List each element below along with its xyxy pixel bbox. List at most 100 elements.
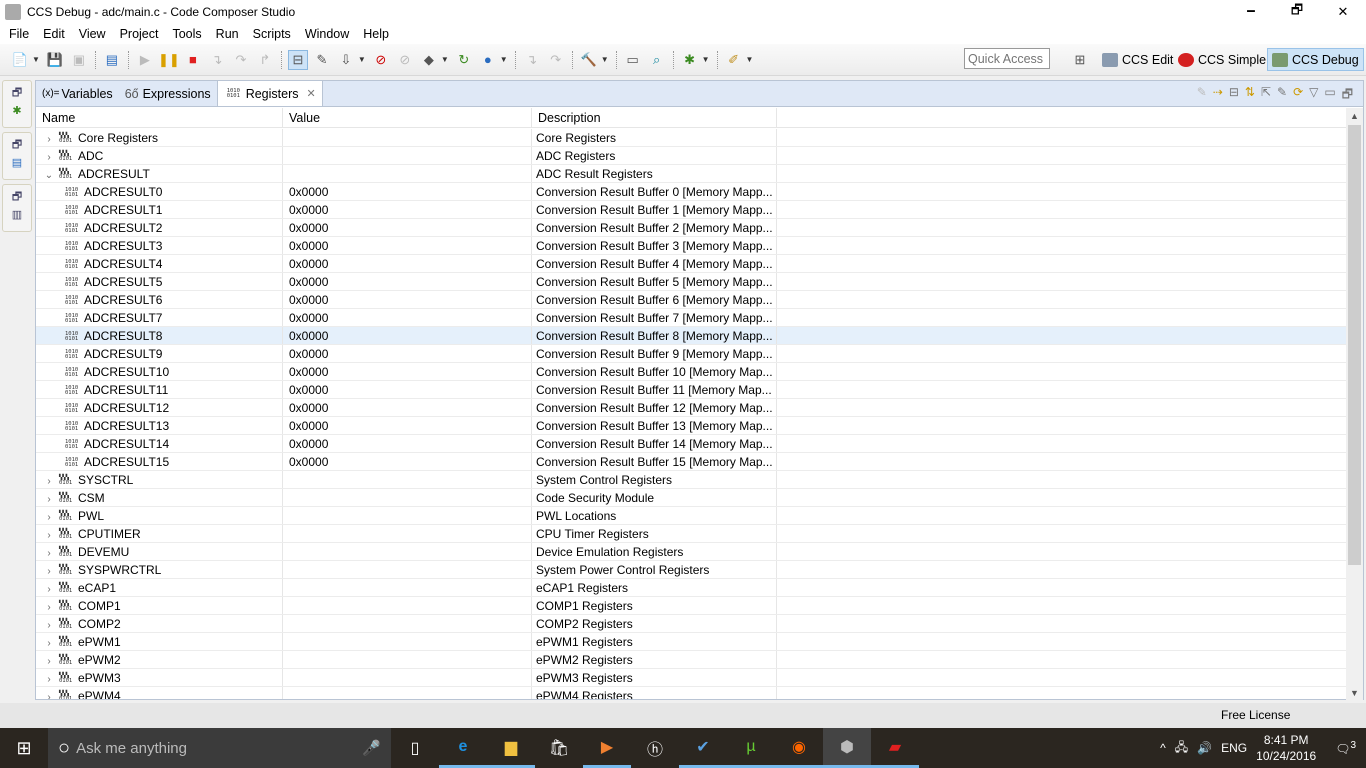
hp-icon[interactable]: ⓗ — [631, 728, 679, 768]
menu-run[interactable]: Run — [209, 27, 246, 41]
save-icon[interactable]: 💾 — [45, 50, 65, 70]
table-row[interactable]: › ▚▚▚ 0101 Core Registers Core Registers — [36, 129, 1346, 147]
register-value[interactable] — [283, 147, 532, 164]
register-value[interactable] — [283, 525, 532, 542]
dropdown-arrow-icon[interactable]: ▼ — [746, 55, 754, 64]
register-value[interactable]: 0x0000 — [283, 399, 532, 416]
edge-icon[interactable]: e — [439, 728, 487, 768]
dropdown-arrow-icon[interactable]: ▼ — [358, 55, 366, 64]
search-icon[interactable]: ⌕ — [647, 50, 667, 70]
perspective-ccs-edit[interactable]: CCS Edit — [1098, 48, 1177, 71]
register-value[interactable] — [283, 561, 532, 578]
windows-start-icon[interactable]: ⊞ — [0, 738, 48, 759]
chevron-right-icon[interactable]: › — [42, 638, 56, 649]
save-all-icon[interactable]: ▣ — [69, 50, 89, 70]
register-value[interactable]: 0x0000 — [283, 255, 532, 272]
table-row[interactable]: 1010 0101 ADCRESULT6 0x0000 Conversion Resul… — [36, 291, 1346, 309]
clock[interactable]: 8:41 PM 10/24/2016 — [1256, 732, 1316, 764]
table-row[interactable]: 1010 0101 ADCRESULT14 0x0000 Conversion Resu… — [36, 435, 1346, 453]
chevron-right-icon[interactable]: › — [42, 674, 56, 685]
register-value[interactable]: 0x0000 — [283, 219, 532, 236]
chevron-right-icon[interactable]: › — [42, 566, 56, 577]
step-return-icon[interactable]: ↱ — [255, 50, 275, 70]
dropdown-arrow-icon[interactable]: ▼ — [32, 55, 40, 64]
close-tab-icon[interactable]: ✕ — [306, 87, 315, 100]
register-value[interactable] — [283, 579, 532, 596]
table-row[interactable]: › ▚▚▚ 0101 COMP2 COMP2 Registers — [36, 615, 1346, 633]
register-value[interactable] — [283, 129, 532, 146]
table-row[interactable]: › ▚▚▚ 0101 ePWM1 ePWM1 Registers — [36, 633, 1346, 651]
table-row[interactable]: 1010 0101 ADCRESULT7 0x0000 Conversion Resul… — [36, 309, 1346, 327]
acrobat-icon[interactable]: ▰ — [871, 728, 919, 768]
chevron-right-icon[interactable]: › — [42, 512, 56, 523]
register-value[interactable] — [283, 471, 532, 488]
dropdown-arrow-icon[interactable]: ▼ — [702, 55, 710, 64]
new-group-icon[interactable]: ✎ — [1197, 85, 1207, 106]
register-value[interactable]: 0x0000 — [283, 435, 532, 452]
terminate-icon[interactable]: ■ — [183, 50, 203, 70]
build-hammer-icon[interactable]: 🔨 — [579, 50, 599, 70]
register-value[interactable]: 0x0000 — [283, 201, 532, 218]
skip-breakpoints-icon[interactable]: ⊘ — [395, 50, 415, 70]
menu-view[interactable]: View — [72, 27, 113, 41]
scroll-down-icon[interactable]: ▼ — [1346, 688, 1363, 698]
load-program-icon[interactable]: ⇩ — [336, 50, 356, 70]
table-row[interactable]: 1010 0101 ADCRESULT10 0x0000 Conversion Resu… — [36, 363, 1346, 381]
table-row[interactable]: 1010 0101 ADCRESULT12 0x0000 Conversion Resu… — [36, 399, 1346, 417]
restore-icon[interactable]: 🗗 — [12, 136, 22, 156]
cortana-search[interactable]: ○ Ask me anything 🎤 — [48, 728, 391, 768]
table-row[interactable]: › ▚▚▚ 0101 COMP1 COMP1 Registers — [36, 597, 1346, 615]
chevron-right-icon[interactable]: › — [42, 692, 56, 699]
collapse-all-icon[interactable]: ⊟ — [1229, 85, 1239, 106]
menu-file[interactable]: File — [2, 27, 36, 41]
vertical-scrollbar[interactable]: ▲ ▼ — [1346, 108, 1363, 700]
media-player-icon[interactable]: ▶ — [583, 728, 631, 768]
table-row[interactable]: 1010 0101 ADCRESULT2 0x0000 Conversion Resul… — [36, 219, 1346, 237]
console-icon[interactable]: ▤ — [12, 156, 22, 176]
register-value[interactable] — [283, 489, 532, 506]
dropdown-arrow-icon[interactable]: ▼ — [441, 55, 449, 64]
perspective-ccs-debug[interactable]: CCS Debug — [1267, 48, 1364, 71]
column-description[interactable]: Description — [532, 108, 777, 127]
debug-bug-icon[interactable]: ✱ — [680, 50, 700, 70]
register-value[interactable] — [283, 687, 532, 699]
language-indicator[interactable]: ENG — [1221, 741, 1247, 755]
debug-icon[interactable]: ✱ — [12, 104, 21, 124]
tab-expressions[interactable]: 6ő Expressions — [119, 81, 217, 106]
table-row[interactable]: 1010 0101 ADCRESULT1 0x0000 Conversion Resul… — [36, 201, 1346, 219]
chevron-right-icon[interactable]: › — [42, 152, 56, 163]
utorrent-icon[interactable]: µ — [727, 728, 775, 768]
dropdown-arrow-icon[interactable]: ▼ — [601, 55, 609, 64]
register-value[interactable]: 0x0000 — [283, 273, 532, 290]
breakpoint-icon[interactable]: ⊘ — [371, 50, 391, 70]
outline-icon[interactable]: ▥ — [12, 208, 22, 228]
table-row[interactable]: › ▚▚▚ 0101 CPUTIMER CPU Timer Registers — [36, 525, 1346, 543]
menu-scripts[interactable]: Scripts — [246, 27, 298, 41]
table-row[interactable]: ⌄ ▚▚▚ 0101 ADCRESULT ADC Result Registers — [36, 165, 1346, 183]
register-value[interactable] — [283, 669, 532, 686]
scroll-up-icon[interactable]: ▲ — [1346, 111, 1363, 121]
asm-step-into-icon[interactable]: ↴ — [522, 50, 542, 70]
open-element-icon[interactable]: ▭ — [623, 50, 643, 70]
register-value[interactable] — [283, 633, 532, 650]
resume-icon[interactable]: ▶ — [135, 50, 155, 70]
table-row[interactable]: › ▚▚▚ 0101 SYSCTRL System Control Registers — [36, 471, 1346, 489]
table-row[interactable]: › ▚▚▚ 0101 eCAP1 eCAP1 Registers — [36, 579, 1346, 597]
quick-access-input[interactable] — [964, 48, 1050, 69]
network-icon[interactable]: 🖧 — [1175, 738, 1188, 759]
chevron-down-icon[interactable]: ⌄ — [42, 170, 56, 181]
table-row[interactable]: › ▚▚▚ 0101 DEVEMU Device Emulation Registers — [36, 543, 1346, 561]
scrollbar-thumb[interactable] — [1348, 125, 1361, 565]
microphone-icon[interactable]: 🎤 — [362, 739, 381, 757]
open-perspective-icon[interactable]: ⊞ — [1070, 50, 1090, 70]
restart-icon[interactable]: ↻ — [454, 50, 474, 70]
import-icon[interactable]: ✎ — [1277, 85, 1287, 106]
register-value[interactable]: 0x0000 — [283, 345, 532, 362]
register-value[interactable]: 0x0000 — [283, 183, 532, 200]
register-value[interactable]: 0x0000 — [283, 363, 532, 380]
chevron-right-icon[interactable]: › — [42, 134, 56, 145]
connect-target-icon[interactable]: ⊟ — [287, 49, 308, 70]
menu-window[interactable]: Window — [298, 27, 356, 41]
pencil-tool-icon[interactable]: ✐ — [724, 50, 744, 70]
chevron-right-icon[interactable]: › — [42, 602, 56, 613]
